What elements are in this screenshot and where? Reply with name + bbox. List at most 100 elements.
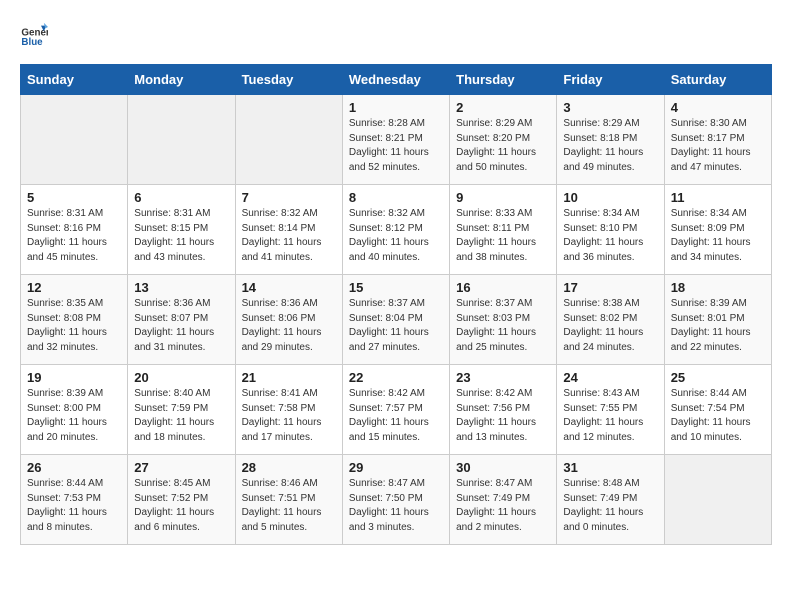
day-info: Sunrise: 8:34 AM Sunset: 8:09 PM Dayligh… bbox=[671, 207, 765, 265]
calendar-table: SundayMondayTuesdayWednesdayThursdayFrid… bbox=[20, 64, 772, 545]
day-info: Sunrise: 8:37 AM Sunset: 8:04 PM Dayligh… bbox=[349, 297, 443, 355]
day-info: Sunrise: 8:47 AM Sunset: 7:50 PM Dayligh… bbox=[349, 477, 443, 535]
day-number: 31 bbox=[563, 460, 657, 475]
day-info: Sunrise: 8:31 AM Sunset: 8:15 PM Dayligh… bbox=[134, 207, 228, 265]
weekday-header-saturday: Saturday bbox=[664, 65, 771, 95]
calendar-cell: 1 Sunrise: 8:28 AM Sunset: 8:21 PM Daylig… bbox=[342, 95, 449, 185]
day-number: 28 bbox=[242, 460, 336, 475]
day-info: Sunrise: 8:42 AM Sunset: 7:57 PM Dayligh… bbox=[349, 387, 443, 445]
day-number: 4 bbox=[671, 100, 765, 115]
day-number: 23 bbox=[456, 370, 550, 385]
calendar-cell: 7Sunrise: 8:32 AM Sunset: 8:14 PM Daylig… bbox=[235, 185, 342, 275]
calendar-body: 1 Sunrise: 8:28 AM Sunset: 8:21 PM Daylig… bbox=[21, 95, 772, 545]
day-info: Sunrise: 8:28 AM Sunset: 8:21 PM Dayligh… bbox=[349, 117, 443, 175]
day-number: 18 bbox=[671, 280, 765, 295]
day-info: Sunrise: 8:37 AM Sunset: 8:03 PM Dayligh… bbox=[456, 297, 550, 355]
day-info: Sunrise: 8:33 AM Sunset: 8:11 PM Dayligh… bbox=[456, 207, 550, 265]
calendar-cell: 14Sunrise: 8:36 AM Sunset: 8:06 PM Dayli… bbox=[235, 275, 342, 365]
day-number: 22 bbox=[349, 370, 443, 385]
calendar-cell: 19 Sunrise: 8:39 AM Sunset: 8:00 PM Dayli… bbox=[21, 365, 128, 455]
calendar-cell: 15 Sunrise: 8:37 AM Sunset: 8:04 PM Dayli… bbox=[342, 275, 449, 365]
calendar-cell bbox=[235, 95, 342, 185]
calendar-cell: 17Sunrise: 8:38 AM Sunset: 8:02 PM Dayli… bbox=[557, 275, 664, 365]
calendar-cell: 9 Sunrise: 8:33 AM Sunset: 8:11 PM Daylig… bbox=[450, 185, 557, 275]
day-number: 13 bbox=[134, 280, 228, 295]
calendar-cell: 27Sunrise: 8:45 AM Sunset: 7:52 PM Dayli… bbox=[128, 455, 235, 545]
day-number: 19 bbox=[27, 370, 121, 385]
calendar-cell: 13 Sunrise: 8:36 AM Sunset: 8:07 PM Dayli… bbox=[128, 275, 235, 365]
calendar-week-2: 5 Sunrise: 8:31 AM Sunset: 8:16 PM Daylig… bbox=[21, 185, 772, 275]
day-info: Sunrise: 8:47 AM Sunset: 7:49 PM Dayligh… bbox=[456, 477, 550, 535]
day-number: 8 bbox=[349, 190, 443, 205]
weekday-header-friday: Friday bbox=[557, 65, 664, 95]
calendar-cell: 2Sunrise: 8:29 AM Sunset: 8:20 PM Daylig… bbox=[450, 95, 557, 185]
day-number: 7 bbox=[242, 190, 336, 205]
calendar-cell bbox=[664, 455, 771, 545]
day-info: Sunrise: 8:48 AM Sunset: 7:49 PM Dayligh… bbox=[563, 477, 657, 535]
day-number: 6 bbox=[134, 190, 228, 205]
calendar-cell: 11Sunrise: 8:34 AM Sunset: 8:09 PM Dayli… bbox=[664, 185, 771, 275]
day-info: Sunrise: 8:42 AM Sunset: 7:56 PM Dayligh… bbox=[456, 387, 550, 445]
calendar-week-5: 26 Sunrise: 8:44 AM Sunset: 7:53 PM Dayli… bbox=[21, 455, 772, 545]
day-info: Sunrise: 8:41 AM Sunset: 7:58 PM Dayligh… bbox=[242, 387, 336, 445]
day-number: 9 bbox=[456, 190, 550, 205]
day-info: Sunrise: 8:43 AM Sunset: 7:55 PM Dayligh… bbox=[563, 387, 657, 445]
day-info: Sunrise: 8:29 AM Sunset: 8:18 PM Dayligh… bbox=[563, 117, 657, 175]
calendar-cell: 23 Sunrise: 8:42 AM Sunset: 7:56 PM Dayli… bbox=[450, 365, 557, 455]
day-info: Sunrise: 8:44 AM Sunset: 7:54 PM Dayligh… bbox=[671, 387, 765, 445]
day-info: Sunrise: 8:39 AM Sunset: 8:00 PM Dayligh… bbox=[27, 387, 121, 445]
day-number: 25 bbox=[671, 370, 765, 385]
calendar-cell: 18Sunrise: 8:39 AM Sunset: 8:01 PM Dayli… bbox=[664, 275, 771, 365]
weekday-header-row: SundayMondayTuesdayWednesdayThursdayFrid… bbox=[21, 65, 772, 95]
calendar-week-1: 1 Sunrise: 8:28 AM Sunset: 8:21 PM Daylig… bbox=[21, 95, 772, 185]
calendar-cell: 24 Sunrise: 8:43 AM Sunset: 7:55 PM Dayli… bbox=[557, 365, 664, 455]
calendar-cell: 3 Sunrise: 8:29 AM Sunset: 8:18 PM Daylig… bbox=[557, 95, 664, 185]
calendar-cell: 31 Sunrise: 8:48 AM Sunset: 7:49 PM Dayli… bbox=[557, 455, 664, 545]
calendar-cell bbox=[128, 95, 235, 185]
calendar-cell: 6 Sunrise: 8:31 AM Sunset: 8:15 PM Daylig… bbox=[128, 185, 235, 275]
day-info: Sunrise: 8:36 AM Sunset: 8:07 PM Dayligh… bbox=[134, 297, 228, 355]
day-number: 3 bbox=[563, 100, 657, 115]
day-number: 1 bbox=[349, 100, 443, 115]
day-info: Sunrise: 8:38 AM Sunset: 8:02 PM Dayligh… bbox=[563, 297, 657, 355]
day-info: Sunrise: 8:40 AM Sunset: 7:59 PM Dayligh… bbox=[134, 387, 228, 445]
logo-icon: General Blue bbox=[20, 20, 48, 48]
day-number: 10 bbox=[563, 190, 657, 205]
calendar-cell: 16Sunrise: 8:37 AM Sunset: 8:03 PM Dayli… bbox=[450, 275, 557, 365]
calendar-cell: 12Sunrise: 8:35 AM Sunset: 8:08 PM Dayli… bbox=[21, 275, 128, 365]
calendar-cell bbox=[21, 95, 128, 185]
calendar-cell: 25 Sunrise: 8:44 AM Sunset: 7:54 PM Dayli… bbox=[664, 365, 771, 455]
calendar-cell: 20Sunrise: 8:40 AM Sunset: 7:59 PM Dayli… bbox=[128, 365, 235, 455]
day-info: Sunrise: 8:34 AM Sunset: 8:10 PM Dayligh… bbox=[563, 207, 657, 265]
calendar-cell: 28 Sunrise: 8:46 AM Sunset: 7:51 PM Dayli… bbox=[235, 455, 342, 545]
day-number: 24 bbox=[563, 370, 657, 385]
calendar-cell: 21Sunrise: 8:41 AM Sunset: 7:58 PM Dayli… bbox=[235, 365, 342, 455]
weekday-header-tuesday: Tuesday bbox=[235, 65, 342, 95]
page-header: General Blue bbox=[20, 20, 772, 48]
weekday-header-sunday: Sunday bbox=[21, 65, 128, 95]
day-info: Sunrise: 8:44 AM Sunset: 7:53 PM Dayligh… bbox=[27, 477, 121, 535]
calendar-week-4: 19 Sunrise: 8:39 AM Sunset: 8:00 PM Dayli… bbox=[21, 365, 772, 455]
weekday-header-thursday: Thursday bbox=[450, 65, 557, 95]
day-number: 5 bbox=[27, 190, 121, 205]
day-number: 15 bbox=[349, 280, 443, 295]
calendar-cell: 4 Sunrise: 8:30 AM Sunset: 8:17 PM Daylig… bbox=[664, 95, 771, 185]
day-info: Sunrise: 8:46 AM Sunset: 7:51 PM Dayligh… bbox=[242, 477, 336, 535]
calendar-header: SundayMondayTuesdayWednesdayThursdayFrid… bbox=[21, 65, 772, 95]
day-number: 12 bbox=[27, 280, 121, 295]
calendar-cell: 26 Sunrise: 8:44 AM Sunset: 7:53 PM Dayli… bbox=[21, 455, 128, 545]
day-info: Sunrise: 8:31 AM Sunset: 8:16 PM Dayligh… bbox=[27, 207, 121, 265]
day-info: Sunrise: 8:30 AM Sunset: 8:17 PM Dayligh… bbox=[671, 117, 765, 175]
calendar-cell: 22 Sunrise: 8:42 AM Sunset: 7:57 PM Dayli… bbox=[342, 365, 449, 455]
day-number: 14 bbox=[242, 280, 336, 295]
calendar-cell: 29 Sunrise: 8:47 AM Sunset: 7:50 PM Dayli… bbox=[342, 455, 449, 545]
day-number: 30 bbox=[456, 460, 550, 475]
weekday-header-monday: Monday bbox=[128, 65, 235, 95]
day-number: 2 bbox=[456, 100, 550, 115]
day-info: Sunrise: 8:32 AM Sunset: 8:12 PM Dayligh… bbox=[349, 207, 443, 265]
day-info: Sunrise: 8:45 AM Sunset: 7:52 PM Dayligh… bbox=[134, 477, 228, 535]
calendar-cell: 10 Sunrise: 8:34 AM Sunset: 8:10 PM Dayli… bbox=[557, 185, 664, 275]
svg-text:Blue: Blue bbox=[21, 37, 43, 48]
day-number: 26 bbox=[27, 460, 121, 475]
day-number: 29 bbox=[349, 460, 443, 475]
